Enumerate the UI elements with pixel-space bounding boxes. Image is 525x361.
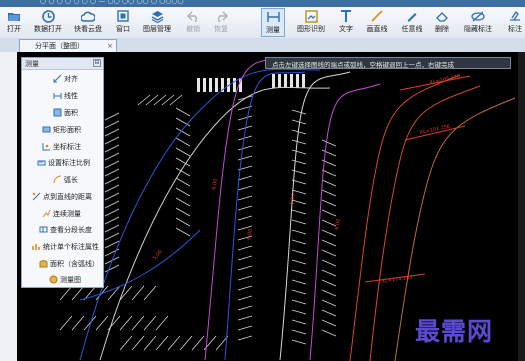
title-bar: ○ ○ ○ ○ ○ ○ ○ — ○○ ○○ ○○ ○ ○○○○: [0, 0, 525, 7]
delete-button[interactable]: 删除: [432, 8, 452, 37]
continuous-icon: [41, 209, 51, 219]
image-recognize-button[interactable]: 图形识别: [294, 8, 328, 37]
pencil-icon: [405, 9, 419, 23]
main-toolbar: 打开 数据打开 快看云盘 窗口 图层管理 撤销 恢复 测量 图形识别 文字 画直…: [0, 7, 525, 39]
clock-icon: [41, 9, 55, 23]
open-button[interactable]: 打开: [2, 8, 26, 37]
window-title: ○ ○ ○ ○ ○ ○ ○ — ○○ ○○ ○○ ○ ○○○○: [40, 0, 184, 5]
data-open-button[interactable]: 数据打开: [31, 8, 65, 37]
draw-line-button[interactable]: 画直线: [363, 8, 391, 37]
window-button[interactable]: 窗口: [113, 8, 133, 37]
panel-item-arc[interactable]: 弧长: [52, 172, 78, 187]
tab-close-icon[interactable]: ×: [107, 40, 113, 52]
panel-item-continuous[interactable]: 连续测量: [41, 206, 81, 221]
panel-item-rect-area[interactable]: 矩形面积: [41, 122, 81, 137]
annotate-button[interactable]: 标注: [503, 8, 525, 37]
rect-area-icon: [41, 125, 51, 135]
coordinate-icon: [41, 142, 51, 152]
left-side-strip: [0, 52, 18, 361]
layers-icon: [150, 9, 164, 23]
measure-map-icon: [48, 275, 58, 285]
panel-item-arc-area[interactable]: 面积（含弧线）: [38, 256, 99, 271]
redo-icon: [214, 9, 228, 23]
undo-icon: [186, 9, 200, 23]
panel-header: 测量 ⊟: [22, 58, 103, 70]
panel-item-linear[interactable]: 线性: [52, 88, 78, 103]
window-icon: [116, 9, 130, 23]
tab-floor-plan[interactable]: 分平面（整图） ×: [19, 39, 117, 52]
text-icon: [339, 9, 353, 23]
line-icon: [370, 9, 384, 23]
panel-item-point-line[interactable]: 点到直线的距离: [31, 189, 92, 204]
tab-label: 分平面（整图）: [35, 42, 84, 50]
hide-annotation-button[interactable]: 隐藏标注: [461, 8, 495, 37]
measure-button[interactable]: 测量: [261, 8, 285, 37]
cloud-icon: [81, 9, 95, 23]
panel-item-segment[interactable]: 查看分段长度: [38, 222, 92, 237]
measure-panel: 测量 ⊟ 对齐 线性 面积 矩形面积 坐标标注 设置标注比例 弧长 点到直线的距…: [21, 57, 104, 288]
folder-open-icon: [7, 9, 21, 23]
stats-icon: [31, 242, 41, 252]
arc-icon: [52, 175, 62, 185]
undo-button[interactable]: 撤销: [183, 8, 203, 37]
linear-icon: [52, 91, 62, 101]
panel-pin-icon[interactable]: ⊟: [93, 59, 101, 67]
scale-icon: [36, 158, 46, 168]
freehand-line-button[interactable]: 任意线: [398, 8, 426, 37]
hint-tooltip: 点击左键选择图线的端点或弧线，空格键退回上一点，右键完成: [265, 57, 511, 69]
image-recognize-icon: [304, 9, 318, 23]
panel-title: 测量: [25, 60, 39, 68]
hide-icon: [471, 9, 485, 23]
layer-manage-button[interactable]: 图层管理: [140, 8, 174, 37]
vertical-scrollbar[interactable]: [518, 52, 525, 361]
hint-text: 点击左键选择图线的端点或弧线，空格键退回上一点，右键完成: [272, 61, 454, 69]
document-tab-bar: 分平面（整图） ×: [0, 38, 525, 53]
panel-item-stats[interactable]: 统计单个标注属性: [31, 239, 99, 254]
arc-area-icon: [38, 259, 48, 269]
panel-item-align[interactable]: 对齐: [52, 71, 78, 86]
point-line-icon: [31, 192, 41, 202]
redo-button[interactable]: 恢复: [211, 8, 231, 37]
eraser-icon: [435, 9, 449, 23]
panel-item-area[interactable]: 面积: [52, 105, 78, 120]
annotate-icon: [508, 9, 522, 23]
watermark-logo: 最需网: [415, 317, 494, 346]
cloud-drive-button[interactable]: 快看云盘: [71, 8, 105, 37]
panel-item-scale[interactable]: 设置标注比例: [36, 155, 90, 170]
measure-icon: [266, 10, 280, 24]
panel-item-measure-map[interactable]: 测量图: [48, 272, 81, 287]
align-icon: [52, 74, 62, 84]
panel-item-coordinate[interactable]: 坐标标注: [41, 139, 81, 154]
segment-icon: [38, 225, 48, 235]
text-button[interactable]: 文字: [336, 8, 356, 37]
area-icon: [52, 108, 62, 118]
